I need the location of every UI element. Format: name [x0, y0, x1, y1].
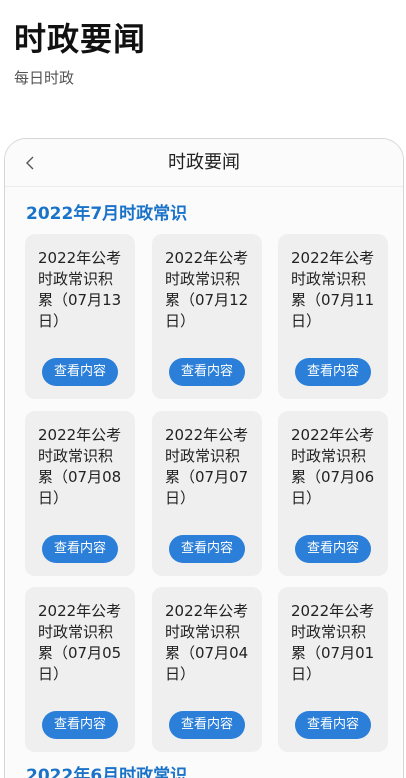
- news-card[interactable]: 2022年公考时政常识积累（07月05日） 查看内容: [25, 587, 135, 752]
- view-content-button[interactable]: 查看内容: [169, 711, 245, 739]
- page-header: 时政要闻 每日时政: [14, 18, 146, 88]
- card-text: 2022年公考时政常识积累（07月07日）: [165, 426, 249, 507]
- news-card[interactable]: 2022年公考时政常识积累（07月07日） 查看内容: [152, 411, 262, 576]
- page-subtitle: 每日时政: [14, 69, 75, 87]
- news-card[interactable]: 2022年公考时政常识积累（07月01日） 查看内容: [278, 587, 388, 752]
- navbar: 时政要闻: [5, 139, 403, 187]
- card-text: 2022年公考时政常识积累（07月06日）: [291, 426, 375, 507]
- view-content-button[interactable]: 查看内容: [295, 711, 371, 739]
- section-title-july: 2022年7月时政常识: [26, 204, 188, 224]
- view-content-button[interactable]: 查看内容: [42, 535, 118, 563]
- page-title: 时政要闻: [14, 20, 147, 58]
- card-text: 2022年公考时政常识积累（07月12日）: [165, 249, 249, 330]
- news-card[interactable]: 2022年公考时政常识积累（07月08日） 查看内容: [25, 411, 135, 576]
- card-text: 2022年公考时政常识积累（07月05日）: [38, 602, 122, 683]
- news-card[interactable]: 2022年公考时政常识积累（07月12日） 查看内容: [152, 234, 262, 399]
- news-card[interactable]: 2022年公考时政常识积累（07月13日） 查看内容: [25, 234, 135, 399]
- card-text: 2022年公考时政常识积累（07月13日）: [38, 249, 122, 330]
- view-content-button[interactable]: 查看内容: [295, 358, 371, 386]
- view-content-button[interactable]: 查看内容: [42, 711, 118, 739]
- nav-title: 时政要闻: [168, 152, 240, 173]
- view-content-button[interactable]: 查看内容: [169, 358, 245, 386]
- view-content-button[interactable]: 查看内容: [169, 535, 245, 563]
- card-text: 2022年公考时政常识积累（07月01日）: [291, 602, 375, 683]
- phone-frame: 时政要闻 2022年7月时政常识 2022年公考时政常识积累（07月13日） 查…: [4, 138, 404, 778]
- news-card[interactable]: 2022年公考时政常识积累（07月04日） 查看内容: [152, 587, 262, 752]
- news-card[interactable]: 2022年公考时政常识积累（07月11日） 查看内容: [278, 234, 388, 399]
- card-text: 2022年公考时政常识积累（07月11日）: [291, 249, 375, 330]
- news-card[interactable]: 2022年公考时政常识积累（07月06日） 查看内容: [278, 411, 388, 576]
- view-content-button[interactable]: 查看内容: [295, 535, 371, 563]
- view-content-button[interactable]: 查看内容: [42, 358, 118, 386]
- card-text: 2022年公考时政常识积累（07月04日）: [165, 602, 249, 683]
- card-text: 2022年公考时政常识积累（07月08日）: [38, 426, 122, 507]
- section-title-june: 2022年6月时政常识: [26, 766, 188, 778]
